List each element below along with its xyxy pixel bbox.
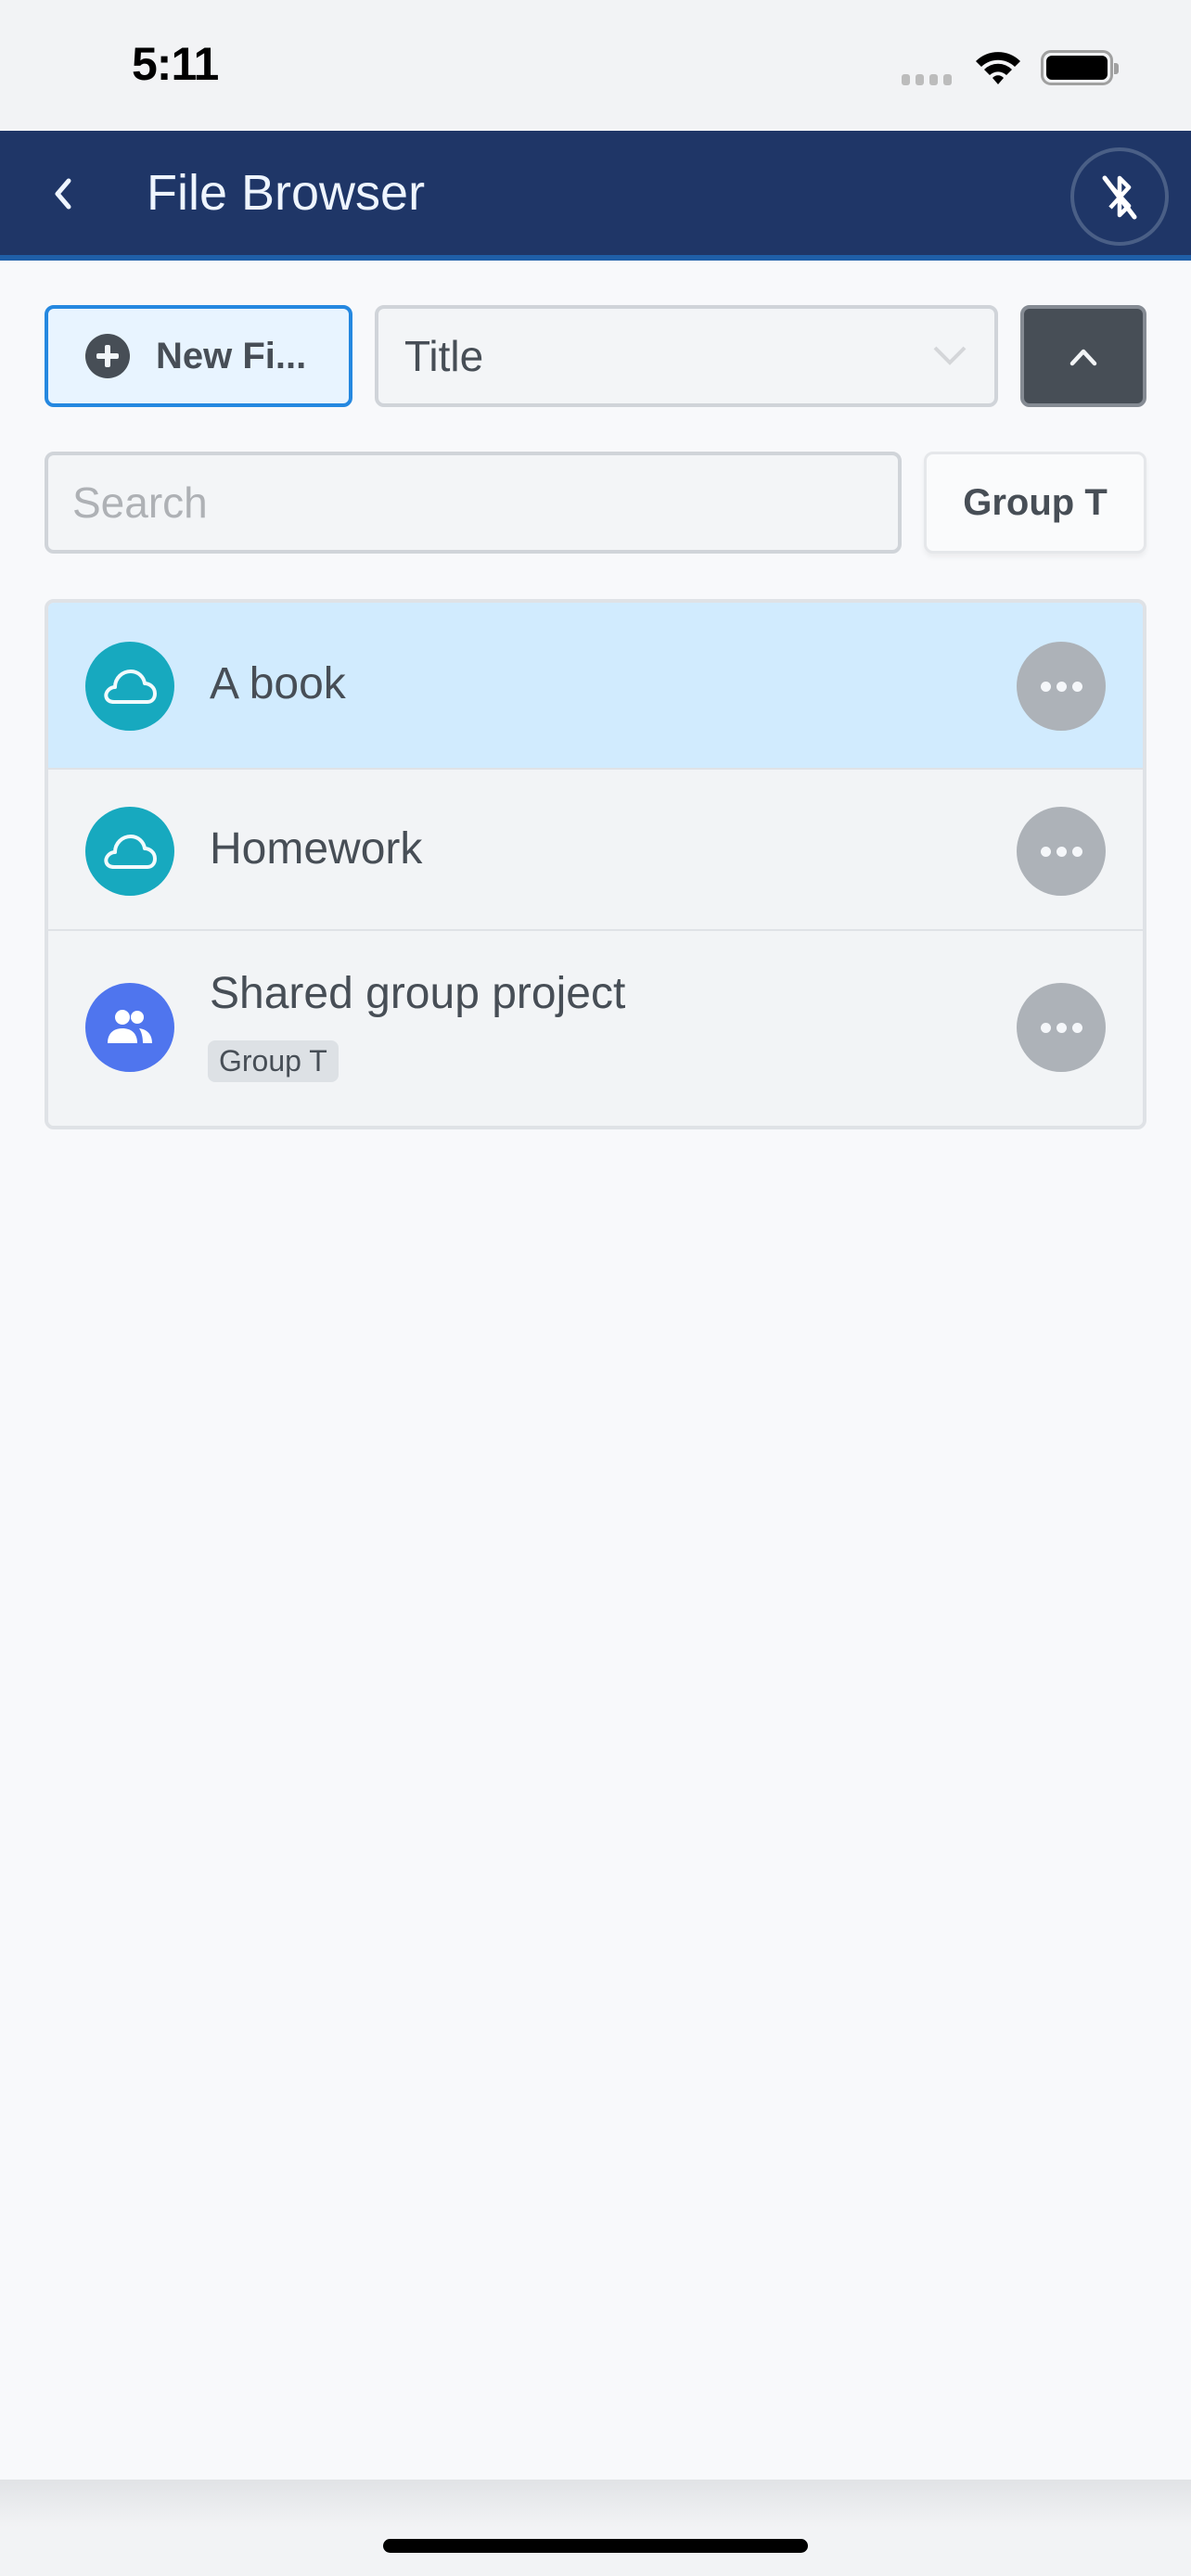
file-row[interactable]: Shared group project Group T xyxy=(48,931,1143,1126)
bluetooth-button[interactable] xyxy=(1070,147,1169,246)
app-header: File Browser xyxy=(0,131,1191,261)
bottom-safe-area xyxy=(0,2480,1191,2576)
status-time: 5:11 xyxy=(132,38,219,90)
sort-field-select[interactable]: Title xyxy=(375,305,998,407)
wifi-icon xyxy=(976,52,1020,84)
plus-circle-icon xyxy=(85,334,130,378)
group-filter-button[interactable]: Group T xyxy=(924,452,1146,554)
more-options-button[interactable] xyxy=(1017,642,1106,731)
new-file-label: New Fi... xyxy=(156,335,307,376)
chevron-down-icon xyxy=(933,346,967,365)
chevron-up-icon xyxy=(1069,349,1097,366)
file-list: A book Homework Shared group project Gro… xyxy=(45,599,1146,1129)
battery-icon xyxy=(1041,50,1119,85)
sort-field-value: Title xyxy=(404,332,484,380)
home-indicator[interactable] xyxy=(383,2539,808,2553)
bluetooth-disabled-icon xyxy=(1102,175,1137,220)
cloud-icon xyxy=(85,807,174,896)
group-badge: Group T xyxy=(208,1040,339,1082)
file-row[interactable]: A book xyxy=(48,603,1143,770)
new-file-button[interactable]: New Fi... xyxy=(45,305,352,407)
chevron-left-icon xyxy=(55,178,71,210)
cloud-icon xyxy=(85,642,174,731)
group-icon xyxy=(85,983,174,1072)
file-name: Shared group project xyxy=(210,969,626,1018)
back-button[interactable] xyxy=(37,168,89,220)
file-name: A book xyxy=(210,659,346,708)
more-options-button[interactable] xyxy=(1017,807,1106,896)
cellular-signal-icon xyxy=(902,74,952,85)
status-bar: 5:11 xyxy=(0,0,1191,130)
search-input[interactable] xyxy=(45,452,902,554)
more-options-button[interactable] xyxy=(1017,983,1106,1072)
file-name: Homework xyxy=(210,824,423,874)
file-row[interactable]: Homework xyxy=(48,770,1143,931)
sort-direction-button[interactable] xyxy=(1020,305,1146,407)
page-title: File Browser xyxy=(147,165,426,221)
